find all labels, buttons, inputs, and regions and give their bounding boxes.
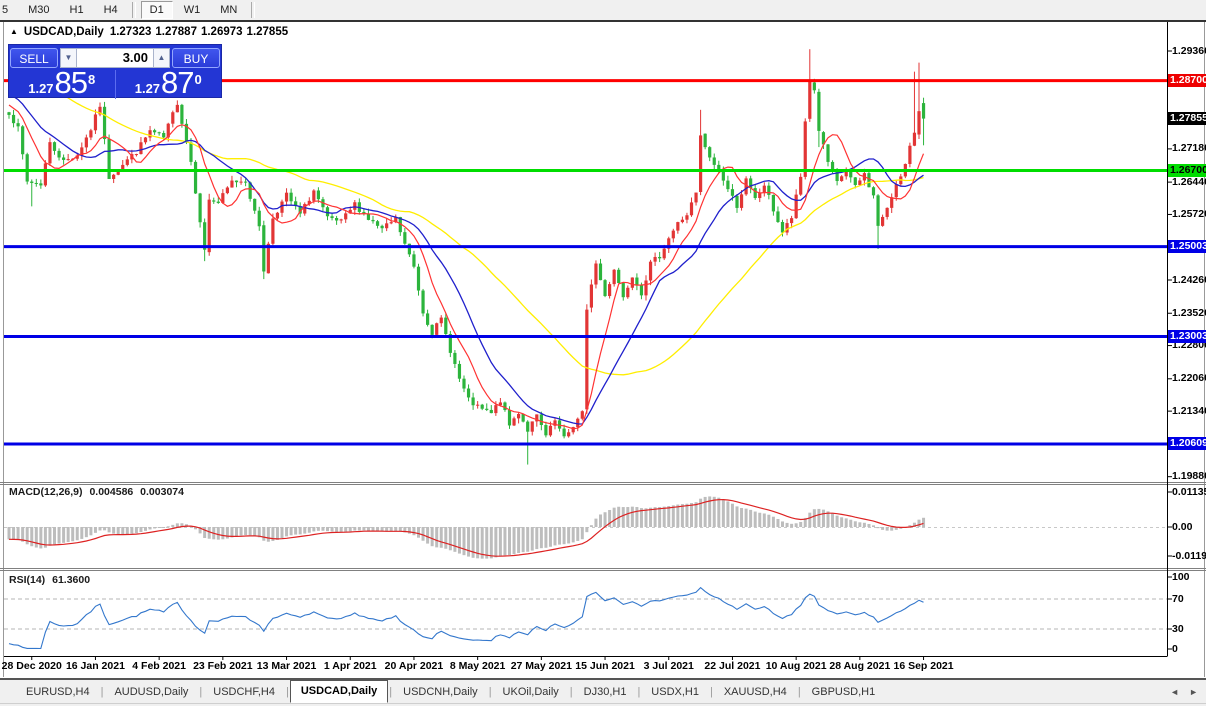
- chart-title: ▲ USDCAD,Daily 1.27323 1.27887 1.26973 1…: [10, 26, 288, 38]
- price-axis-label: 1.23520: [1172, 306, 1206, 319]
- tabs-scroll-left-button[interactable]: ◄: [1170, 687, 1179, 697]
- ohlc-high: 1.27887: [155, 26, 197, 38]
- date-axis-label: 28 Aug 2021: [829, 660, 891, 672]
- price-axis-badge-1.23003: 1.23003: [1168, 329, 1206, 343]
- date-axis-label: 20 Apr 2021: [384, 660, 444, 672]
- rsi-value: 61.3600: [52, 574, 91, 586]
- date-axis-label: 4 Feb 2021: [132, 660, 186, 672]
- price-axis-badge-1.26700: 1.26700: [1168, 163, 1206, 177]
- tabs-scroll-right-button[interactable]: ►: [1189, 687, 1198, 697]
- price-chart[interactable]: [0, 0, 1206, 706]
- tab-xauusd-h4[interactable]: XAUUSD,H4: [714, 681, 797, 703]
- date-axis-label: 8 May 2021: [449, 660, 506, 672]
- rsi-axis-label: 0: [1172, 642, 1178, 655]
- bid-price-main: 85: [54, 65, 88, 100]
- tab-audusd-daily[interactable]: AUDUSD,Daily: [104, 681, 198, 703]
- tab-usdcad-daily[interactable]: USDCAD,Daily: [289, 680, 389, 703]
- date-axis-label: 28 Dec 2020: [1, 660, 62, 672]
- date-axis-label: 1 Apr 2021: [323, 660, 377, 672]
- tab-usdx-h1[interactable]: USDX,H1: [641, 681, 709, 703]
- price-axis-label: 1.27180: [1172, 142, 1206, 155]
- bid-price-prefix: 1.27: [28, 81, 54, 96]
- date-axis-label: 3 Jul 2021: [643, 660, 694, 672]
- date-axis-label: 23 Feb 2021: [193, 660, 253, 672]
- date-axis-label: 16 Jan 2021: [65, 660, 125, 672]
- date-axis-label: 13 Mar 2021: [256, 660, 317, 672]
- rsi-axis-label: 30: [1172, 622, 1184, 635]
- price-axis-label: 1.26440: [1172, 175, 1206, 188]
- rsi-axis-label: 70: [1172, 592, 1184, 605]
- date-axis-label: 15 Jun 2021: [575, 660, 635, 672]
- macd-axis-label: 0.01135: [1172, 485, 1206, 498]
- macd-axis-label: 0.00: [1172, 520, 1193, 533]
- date-axis-label: 22 Jul 2021: [704, 660, 761, 672]
- price-axis-badge-1.27855: 1.27855: [1168, 112, 1206, 126]
- macd-axis-label: -0.01190: [1172, 549, 1206, 562]
- date-axis-label: 10 Aug 2021: [765, 660, 827, 672]
- sell-button[interactable]: SELL: [10, 47, 58, 68]
- one-click-trading-widget: SELL ▼ 3.00 ▲ BUY 1.27 85 8 1.27 87 0: [8, 44, 222, 100]
- price-axis-label: 1.21340: [1172, 404, 1206, 417]
- rsi-axis-label: 100: [1172, 570, 1190, 583]
- tab-usdchf-h4[interactable]: USDCHF,H4: [203, 681, 285, 703]
- tab-scroll-arrows: ◄ ►: [1170, 687, 1206, 697]
- bid-price-pip: 8: [88, 72, 96, 87]
- sell-price-panel[interactable]: 1.27 85 8: [9, 65, 116, 100]
- price-axis-badge-1.20609: 1.20609: [1168, 437, 1206, 451]
- chart-symbol: USDCAD,Daily: [23, 26, 104, 38]
- ask-price-prefix: 1.27: [134, 81, 161, 96]
- ohlc-low: 1.26973: [200, 26, 243, 38]
- price-axis-label: 1.19880: [1172, 470, 1206, 483]
- price-axis-badge-1.25003: 1.25003: [1168, 240, 1206, 254]
- tab-usdcnh-daily[interactable]: USDCNH,Daily: [393, 681, 488, 703]
- macd-signal-value: 0.003074: [140, 486, 184, 498]
- macd-main-value: 0.004586: [89, 486, 134, 498]
- ohlc-open: 1.27323: [109, 26, 152, 38]
- ask-price-main: 87: [161, 65, 194, 100]
- rsi-label: RSI(14) 61.3600: [9, 574, 91, 586]
- trading-terminal: 5 M30 H1 H4 D1 W1 MN ▲ USDCAD,Daily 1.27323 1.…: [0, 0, 1206, 706]
- macd-label: MACD(12,26,9) 0.004586 0.003074: [9, 486, 184, 498]
- price-axis-label: 1.29360: [1172, 44, 1206, 57]
- tab-gbpusd-h1[interactable]: GBPUSD,H1: [802, 681, 886, 703]
- volume-input[interactable]: 3.00: [77, 47, 153, 68]
- ohlc-close: 1.27855: [246, 26, 289, 38]
- price-axis-label: 1.24260: [1172, 273, 1206, 286]
- tab-eurusd-h4[interactable]: EURUSD,H4: [16, 681, 100, 703]
- price-axis-label: 1.22060: [1172, 372, 1206, 385]
- price-axis-badge-1.28700: 1.28700: [1168, 74, 1206, 88]
- date-axis-label: 16 Sep 2021: [893, 660, 954, 672]
- tab-ukoil-daily[interactable]: UKOil,Daily: [493, 681, 569, 703]
- ask-price-pip: 0: [194, 72, 202, 87]
- buy-price-panel[interactable]: 1.27 87 0: [116, 65, 222, 100]
- date-axis-label: 27 May 2021: [510, 660, 572, 672]
- tab-dj30-h1[interactable]: DJ30,H1: [574, 681, 637, 703]
- chart-tab-bar: EURUSD,H4 | AUDUSD,Daily | USDCHF,H4 | USDCAD,…: [0, 678, 1206, 703]
- tick-up-icon: ▲: [10, 26, 18, 36]
- price-axis-label: 1.25720: [1172, 207, 1206, 220]
